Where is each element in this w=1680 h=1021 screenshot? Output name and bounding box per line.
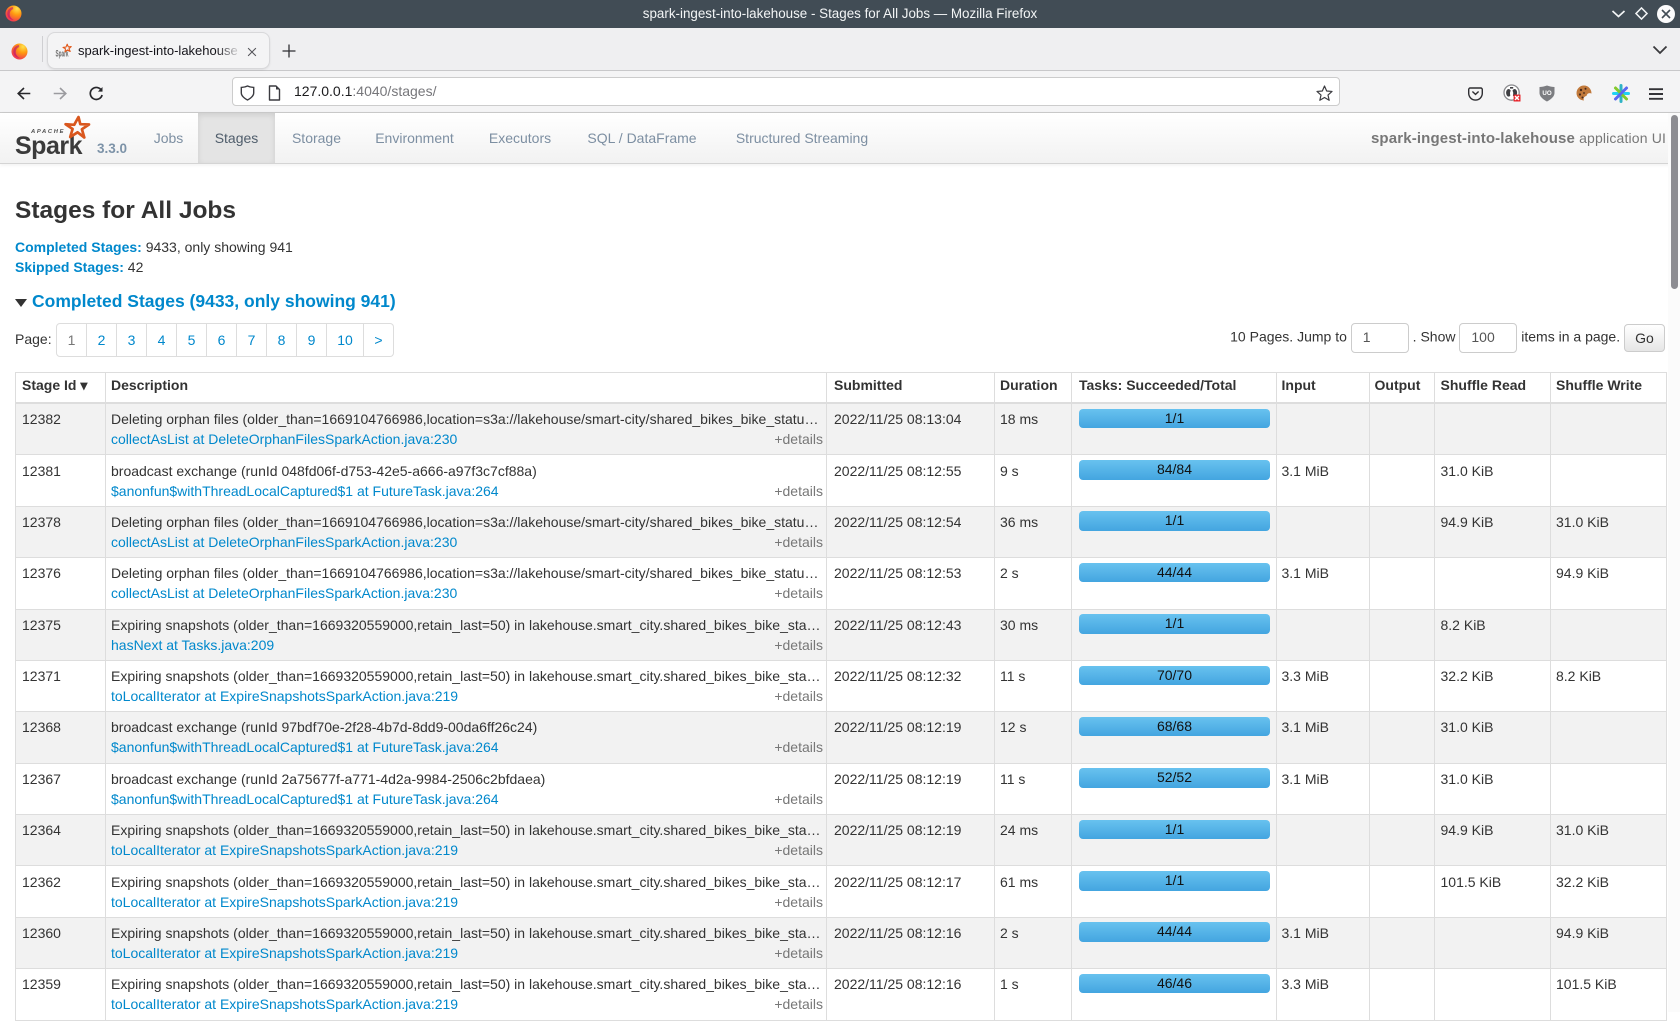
svg-text:UO: UO [1542, 90, 1551, 97]
